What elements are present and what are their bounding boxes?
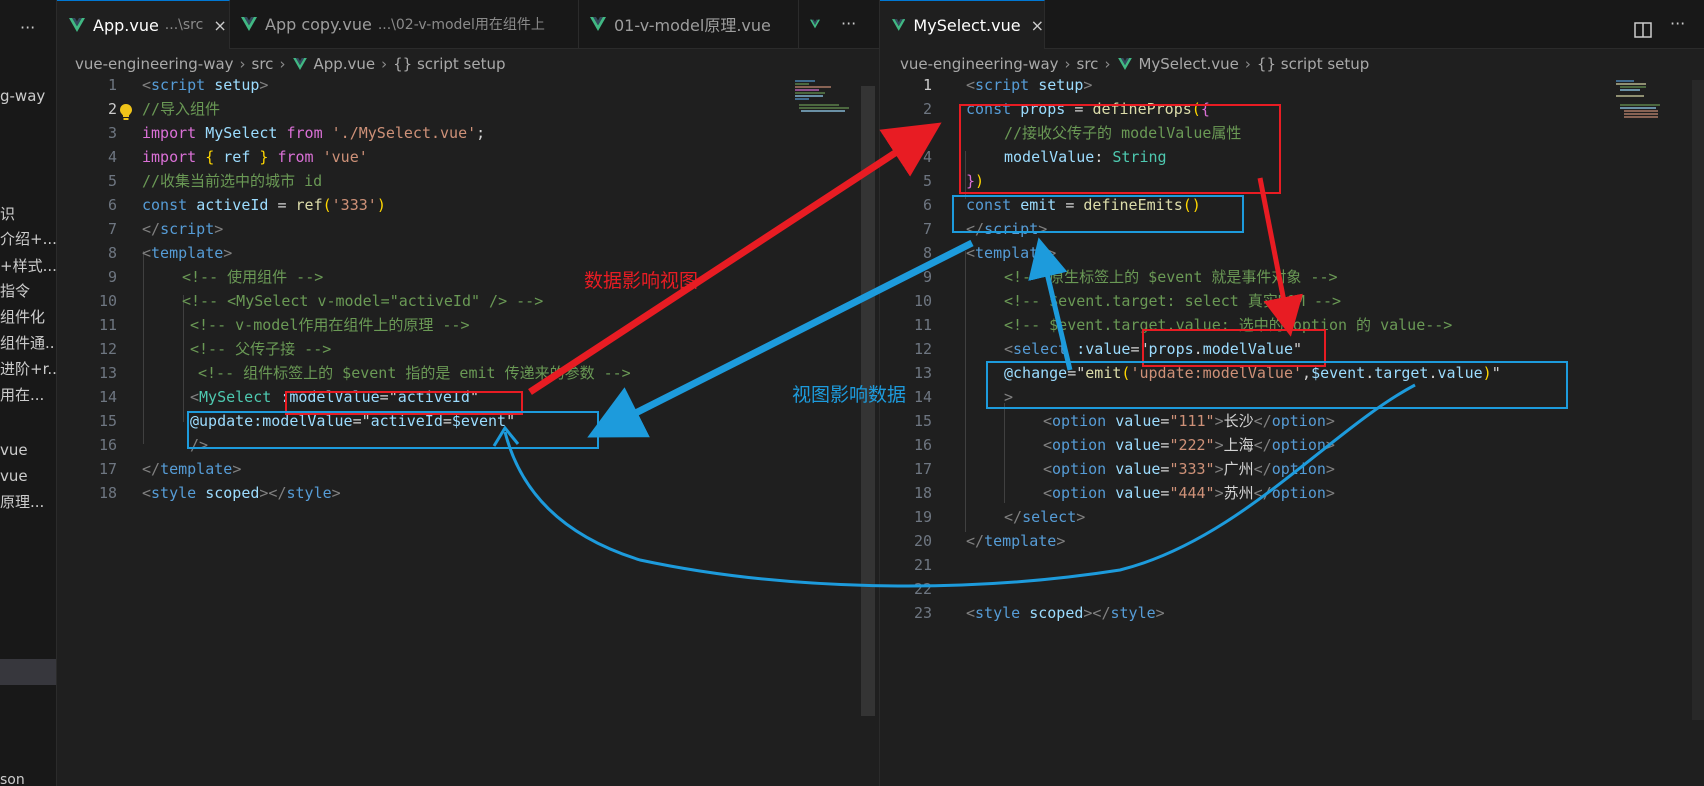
tab-description: ...\src [164,17,204,33]
vue-file-icon [241,17,257,31]
explorer-selected-row[interactable] [0,659,56,685]
tab-app-vue[interactable]: App.vue ...\src × [57,0,230,49]
breadcrumb-item[interactable]: {} script setup [393,55,505,73]
explorer-item[interactable]: 识 [0,204,15,224]
close-icon[interactable]: × [1031,16,1044,35]
vue-file-icon [1118,58,1133,70]
chevron-right-icon: › [1064,55,1071,73]
breadcrumb-item[interactable]: vue-engineering-way [75,55,234,73]
vue-file-icon [69,18,85,32]
explorer-item[interactable]: 组件化 [0,307,45,327]
explorer-item[interactable]: 组件通... [0,333,56,353]
explorer-item[interactable]: 用在... [0,385,44,405]
vue-file-icon [892,19,906,31]
left-tab-bar: App.vue ...\src × App copy.vue ...\02-v-… [57,0,879,49]
more-actions-icon[interactable]: ··· [841,14,856,33]
close-icon[interactable]: × [213,16,226,35]
tab-label: 01-v-model原理.vue [614,16,771,35]
explorer-item[interactable]: g-way [0,86,45,106]
lightbulb-icon[interactable] [119,103,133,121]
chevron-right-icon: › [239,55,246,73]
explorer-item[interactable]: 指令 [0,281,30,301]
explorer-item[interactable]: vue [0,466,28,486]
tab-v-model-principle[interactable]: 01-v-model原理.vue [578,0,799,48]
chevron-right-icon: › [1244,55,1251,73]
chevron-right-icon: › [381,55,388,73]
vue-file-icon [293,58,308,70]
indent-guide [965,251,966,532]
chevron-right-icon: › [279,55,286,73]
left-editor-group: App.vue ...\src × App copy.vue ...\02-v-… [57,0,880,786]
tab-label: App copy.vue [265,14,372,34]
right-code-editor[interactable]: 1 <script setup> 2 const props = definePro… [880,76,1704,786]
split-editor-icon[interactable] [1634,22,1652,38]
explorer-item[interactable]: vue [0,440,28,460]
left-code-editor[interactable]: 1 <script setup> 2//导入组件 3 import MySelect… [57,76,879,786]
annotation-label-blue: 视图影响数据 [792,384,907,406]
explorer-item[interactable]: +样式... [0,256,56,276]
tab-overflow[interactable] [798,0,828,48]
breadcrumb-item[interactable]: App.vue [313,55,375,73]
chevron-right-icon: › [1104,55,1111,73]
breadcrumb-item[interactable]: {} script setup [1257,55,1369,73]
tab-description: ...\02-v-model用在组件上 [377,17,545,33]
minimap[interactable] [1616,80,1676,118]
explorer-item[interactable]: son [0,770,25,786]
minimap[interactable] [795,80,855,118]
breadcrumb-item[interactable]: src [1077,55,1099,73]
breadcrumb-item[interactable]: src [252,55,274,73]
vue-file-icon [590,17,606,31]
indent-guide [143,251,144,444]
explorer-more-icon[interactable]: ··· [20,18,35,37]
explorer-item[interactable]: 进阶+r... [0,359,56,379]
indent-guide [1004,403,1005,503]
indent-guide [183,295,184,422]
vue-file-icon [810,19,820,29]
explorer-item[interactable]: 介绍+... [0,229,56,249]
right-tab-bar: MySelect.vue × ··· [880,0,1704,49]
breadcrumb-item[interactable]: vue-engineering-way [900,55,1059,73]
explorer-sidebar: ··· g-way 识 介绍+... +样式... 指令 组件化 组件通... … [0,0,57,786]
more-actions-icon[interactable]: ··· [1670,14,1685,33]
breadcrumb-item[interactable]: MySelect.vue [1138,55,1238,73]
explorer-item[interactable]: 原理... [0,492,44,512]
right-editor-group: MySelect.vue × ··· vue-engineering-way ›… [880,0,1704,786]
tab-label: MySelect.vue [913,15,1021,35]
tab-label: App.vue [93,15,159,35]
tab-myselect-vue[interactable]: MySelect.vue × [880,0,1045,49]
tab-app-copy-vue[interactable]: App copy.vue ...\02-v-model用在组件上 [229,0,579,48]
annotation-label-red: 数据影响视图 [584,270,699,292]
vertical-scrollbar[interactable] [1692,80,1704,720]
